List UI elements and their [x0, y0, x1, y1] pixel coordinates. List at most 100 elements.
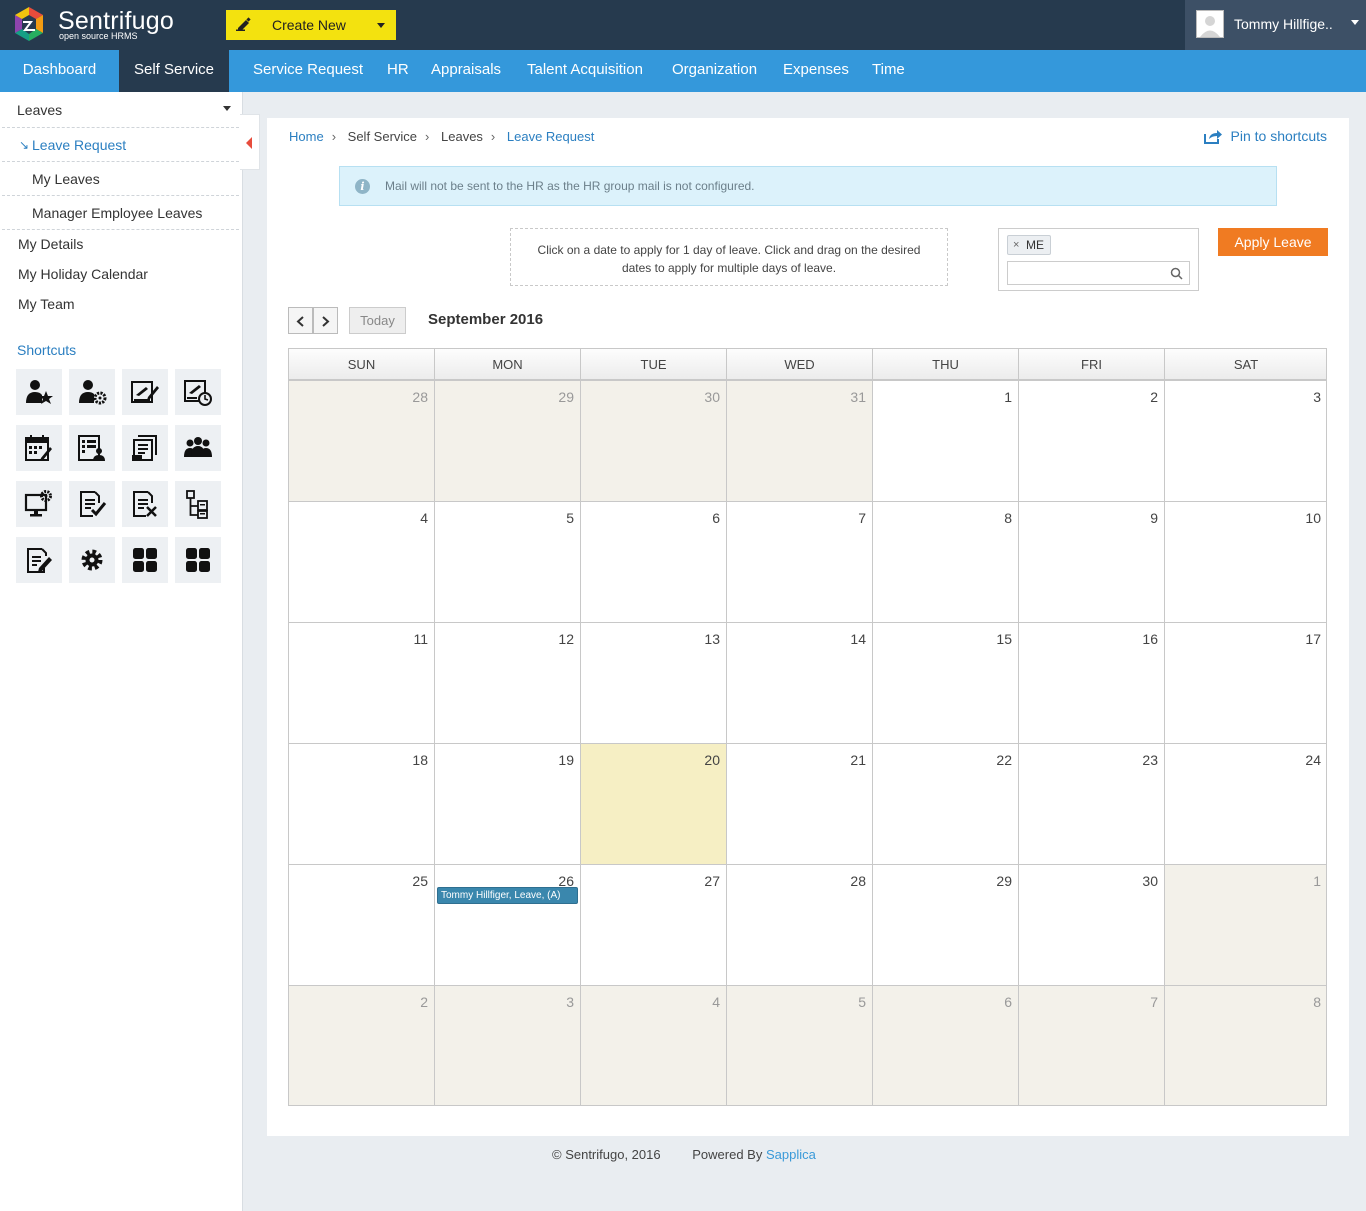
- calendar-day-cell[interactable]: 3: [434, 985, 580, 1106]
- sidebar-item-my-leaves[interactable]: My Leaves: [2, 162, 239, 196]
- remove-tag-icon[interactable]: ×: [1013, 236, 1019, 254]
- shortcut-document-cross[interactable]: [122, 481, 168, 527]
- nav-item-appraisals[interactable]: Appraisals: [431, 50, 501, 92]
- apply-leave-button[interactable]: Apply Leave: [1218, 228, 1328, 256]
- sidebar-link-my-team[interactable]: My Team: [18, 296, 75, 312]
- calendar-day-cell[interactable]: 2: [288, 985, 434, 1106]
- calendar-day-cell[interactable]: 1: [1164, 864, 1327, 985]
- nav-item-hr[interactable]: HR: [387, 50, 409, 92]
- shortcut-document-user[interactable]: [122, 425, 168, 471]
- calendar-day-cell[interactable]: 3: [1164, 380, 1327, 501]
- next-month-button[interactable]: [313, 307, 338, 334]
- arrow-down-right-icon: ↘: [19, 138, 30, 152]
- calendar-day-cell[interactable]: 7: [726, 501, 872, 622]
- nav-item-expenses[interactable]: Expenses: [783, 50, 849, 92]
- calendar-day-cell[interactable]: 28: [726, 864, 872, 985]
- calendar-day-cell[interactable]: 20: [580, 743, 726, 864]
- breadcrumb-leave-request: Leave Request: [506, 129, 595, 144]
- sidebar-collapse-toggle[interactable]: [240, 114, 260, 170]
- shortcut-plane-clock[interactable]: [175, 369, 221, 415]
- today-button[interactable]: Today: [349, 307, 406, 334]
- shortcut-plane-edit[interactable]: [122, 369, 168, 415]
- sidebar-link-my-details[interactable]: My Details: [18, 236, 83, 252]
- day-number: 9: [1150, 510, 1158, 526]
- nav-item-talent-acquisition[interactable]: Talent Acquisition: [527, 50, 643, 92]
- calendar-day-cell[interactable]: 13: [580, 622, 726, 743]
- pin-to-shortcuts-link[interactable]: Pin to shortcuts: [1203, 128, 1327, 144]
- footer-sapplica-link[interactable]: Sapplica: [766, 1147, 816, 1162]
- calendar-day-cell[interactable]: 19: [434, 743, 580, 864]
- calendar-day-cell[interactable]: 5: [726, 985, 872, 1106]
- nav-item-organization[interactable]: Organization: [672, 50, 757, 92]
- prev-month-button[interactable]: [288, 307, 313, 334]
- calendar-day-cell[interactable]: 15: [872, 622, 1018, 743]
- calendar-day-cell[interactable]: 4: [580, 985, 726, 1106]
- weekday-header: MON: [434, 348, 580, 380]
- create-new-button[interactable]: Create New: [226, 10, 396, 40]
- logo[interactable]: Sentrifugo open source HRMS: [9, 5, 189, 45]
- calendar-day-cell[interactable]: 27: [580, 864, 726, 985]
- shortcut-calendar-edit[interactable]: [16, 425, 62, 471]
- shortcut-document-edit[interactable]: [16, 537, 62, 583]
- calendar-day-cell[interactable]: 10: [1164, 501, 1327, 622]
- calendar-day-cell[interactable]: 28: [288, 380, 434, 501]
- day-number: 31: [850, 389, 866, 405]
- leave-event[interactable]: Tommy Hillfiger, Leave, (A): [437, 887, 578, 904]
- calendar-day-cell[interactable]: 18: [288, 743, 434, 864]
- breadcrumb-home[interactable]: Home: [289, 129, 324, 144]
- calendar-day-cell[interactable]: 8: [1164, 985, 1327, 1106]
- calendar-day-cell[interactable]: 7: [1018, 985, 1164, 1106]
- nav-item-self-service[interactable]: Self Service: [119, 50, 229, 92]
- calendar-day-cell[interactable]: 11: [288, 622, 434, 743]
- calendar-day-cell[interactable]: 17: [1164, 622, 1327, 743]
- shortcut-document-check[interactable]: [69, 481, 115, 527]
- calendar-day-cell[interactable]: 8: [872, 501, 1018, 622]
- calendar-day-cell[interactable]: 21: [726, 743, 872, 864]
- sidebar-link-my-holiday-calendar[interactable]: My Holiday Calendar: [18, 266, 148, 282]
- calendar-day-cell[interactable]: 30: [580, 380, 726, 501]
- breadcrumb-leaves[interactable]: Leaves: [441, 129, 483, 144]
- shortcut-list-user[interactable]: [69, 425, 115, 471]
- calendar-day-cell[interactable]: 29: [872, 864, 1018, 985]
- nav-item-service-request[interactable]: Service Request: [253, 50, 363, 92]
- shortcut-tree-document[interactable]: [175, 481, 221, 527]
- sidebar-item-manager-employee-leaves[interactable]: Manager Employee Leaves: [2, 196, 239, 230]
- shortcut-monitor-gear[interactable]: [16, 481, 62, 527]
- calendar-day-cell[interactable]: 29: [434, 380, 580, 501]
- logo-tagline: open source HRMS: [59, 31, 138, 41]
- sidebar-section-leaves[interactable]: Leaves: [2, 92, 239, 128]
- calendar-day-cell[interactable]: 31: [726, 380, 872, 501]
- calendar-day-cell[interactable]: 26 Tommy Hillfiger, Leave, (A): [434, 864, 580, 985]
- calendar-day-cell[interactable]: 16: [1018, 622, 1164, 743]
- sidebar-item-leave-request[interactable]: ↘ Leave Request: [2, 128, 239, 162]
- shortcut-user-gear[interactable]: [69, 369, 115, 415]
- nav-item-time[interactable]: Time: [872, 50, 905, 92]
- breadcrumb-self-service[interactable]: Self Service: [348, 129, 417, 144]
- calendar-day-cell[interactable]: 24: [1164, 743, 1327, 864]
- shortcut-user-star[interactable]: [16, 369, 62, 415]
- calendar-day-cell[interactable]: 9: [1018, 501, 1164, 622]
- nav-item-dashboard[interactable]: Dashboard: [0, 50, 119, 92]
- day-number: 18: [412, 752, 428, 768]
- shortcut-team[interactable]: [175, 425, 221, 471]
- calendar-day-cell[interactable]: 4: [288, 501, 434, 622]
- calendar-day-cell[interactable]: 5: [434, 501, 580, 622]
- day-number: 6: [1004, 994, 1012, 1010]
- calendar-day-cell[interactable]: 12: [434, 622, 580, 743]
- calendar-day-cell[interactable]: 6: [580, 501, 726, 622]
- calendar-day-cell[interactable]: 14: [726, 622, 872, 743]
- calendar-day-cell[interactable]: 22: [872, 743, 1018, 864]
- day-number: 28: [850, 873, 866, 889]
- employee-search-input[interactable]: [1007, 261, 1190, 285]
- calendar-day-cell[interactable]: 2: [1018, 380, 1164, 501]
- shortcut-grid-2[interactable]: [175, 537, 221, 583]
- calendar-day-cell[interactable]: 1: [872, 380, 1018, 501]
- calendar-day-cell[interactable]: 30: [1018, 864, 1164, 985]
- month-title: September 2016: [428, 311, 544, 328]
- shortcut-settings[interactable]: [69, 537, 115, 583]
- calendar-day-cell[interactable]: 6: [872, 985, 1018, 1106]
- shortcut-grid-1[interactable]: [122, 537, 168, 583]
- user-menu[interactable]: Tommy Hillfige..: [1185, 0, 1366, 50]
- calendar-day-cell[interactable]: 23: [1018, 743, 1164, 864]
- calendar-day-cell[interactable]: 25: [288, 864, 434, 985]
